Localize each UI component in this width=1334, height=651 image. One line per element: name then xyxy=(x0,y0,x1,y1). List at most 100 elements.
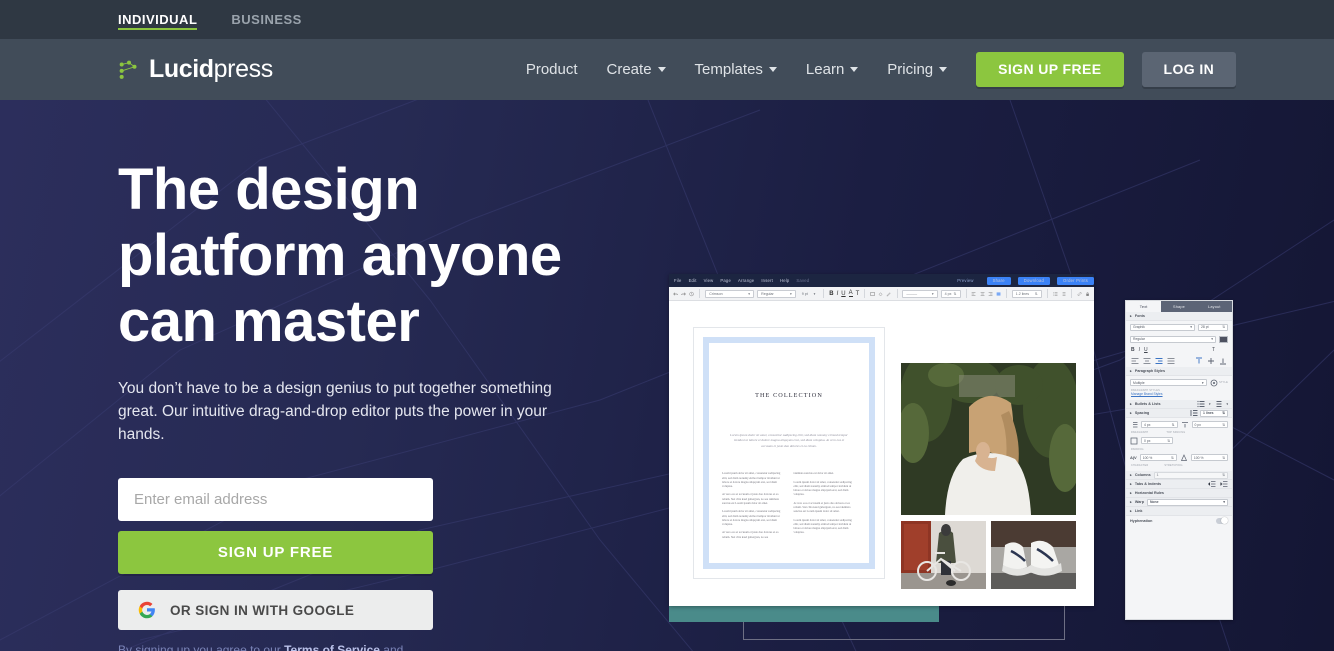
nav-item-product[interactable]: Product xyxy=(526,61,578,78)
lock-icon[interactable] xyxy=(1085,291,1090,297)
align-middle-icon[interactable] xyxy=(1207,357,1215,365)
hyphenation-toggle[interactable] xyxy=(1216,517,1228,524)
chevron-down-icon[interactable]: ▾ xyxy=(1209,402,1211,406)
bold-icon[interactable]: B xyxy=(829,291,833,297)
nav-item-pricing[interactable]: Pricing xyxy=(887,61,948,78)
editor-menu-file[interactable]: File xyxy=(674,278,682,283)
text-color-swatch[interactable] xyxy=(1219,335,1228,343)
panel-font-size-input[interactable]: 28 pt ⇅ xyxy=(1198,323,1228,331)
editor-share-button[interactable]: Share xyxy=(986,276,1011,285)
history-icon[interactable] xyxy=(689,291,694,297)
email-field[interactable] xyxy=(118,478,433,521)
nav-item-templates[interactable]: Templates xyxy=(695,61,777,78)
panel-section-tabs-indents[interactable]: ▸ Tabs & Indents xyxy=(1126,480,1232,489)
decrease-indent-icon[interactable] xyxy=(1208,480,1216,488)
align-right-icon[interactable] xyxy=(1155,357,1163,365)
editor-menu-edit[interactable]: Edit xyxy=(689,278,697,283)
editor-menu-insert[interactable]: Insert xyxy=(761,278,773,283)
editor-menu-help[interactable]: Help xyxy=(780,278,789,283)
align-justify-icon[interactable] xyxy=(996,291,1001,297)
panel-tab-shape[interactable]: Shape xyxy=(1161,301,1196,312)
panel-section-warp[interactable]: ▸ Warp None ▾ xyxy=(1126,498,1232,507)
brand-logo[interactable]: Lucidpress xyxy=(118,55,273,84)
nav-login-button[interactable]: LOG IN xyxy=(1141,52,1237,87)
align-left-icon[interactable] xyxy=(1131,357,1139,365)
numbered-list-icon[interactable] xyxy=(1061,291,1066,297)
panel-tab-layout[interactable]: Layout xyxy=(1197,301,1232,312)
document-page[interactable]: THE COLLECTION Lorem ipsum dolor sit ame… xyxy=(693,327,885,579)
italic-icon[interactable]: I xyxy=(837,291,839,297)
stroke-style-select[interactable]: ——— ▾ xyxy=(902,289,938,298)
panel-section-horizontal-rules[interactable]: ▸ Horizontal Rules xyxy=(1126,489,1232,498)
align-justify-icon[interactable] xyxy=(1167,357,1175,365)
editor-menu-arrange[interactable]: Arrange xyxy=(738,278,754,283)
editor-preview-button[interactable]: Preview xyxy=(951,277,979,285)
character-spacing-input[interactable]: 100 % ⇅ xyxy=(1139,454,1177,461)
editor-download-button[interactable]: Download xyxy=(1017,276,1051,285)
nav-item-learn[interactable]: Learn xyxy=(806,61,859,78)
increase-indent-icon[interactable] xyxy=(1220,480,1228,488)
align-right-icon[interactable] xyxy=(988,291,993,297)
style-badge-group[interactable]: STYLE xyxy=(1210,379,1228,387)
underline-icon[interactable]: U xyxy=(841,291,845,297)
manage-brand-styles-link[interactable]: Manage Brand Styles xyxy=(1131,392,1163,396)
bicycle-red-door-photo[interactable] xyxy=(901,521,986,589)
editor-canvas[interactable]: THE COLLECTION Lorem ipsum dolor sit ame… xyxy=(669,301,1094,606)
stretching-input[interactable]: 100 % ⇅ xyxy=(1190,454,1228,461)
panel-section-paragraph-styles[interactable]: ▸ Paragraph Styles xyxy=(1126,367,1232,376)
panel-font-family-select[interactable]: Graphik ▾ xyxy=(1130,323,1195,331)
paragraph-style-select[interactable]: Multiple ▾ xyxy=(1130,379,1207,386)
fill-bucket-icon[interactable] xyxy=(878,291,883,297)
padding-input[interactable]: 0 px ⇅ xyxy=(1141,437,1173,444)
terms-of-service-link[interactable]: Terms of Service xyxy=(284,643,380,651)
bold-icon[interactable]: B xyxy=(1131,347,1135,353)
text-color-icon[interactable]: A xyxy=(848,290,853,297)
bulleted-list-icon[interactable] xyxy=(1197,400,1205,408)
text-case-icon[interactable]: T xyxy=(1212,347,1215,353)
nav-signup-button[interactable]: SIGN UP FREE xyxy=(976,52,1124,87)
paragraph-spacing-input[interactable]: 4 px ⇅ xyxy=(1141,421,1178,428)
panel-tab-text[interactable]: Text xyxy=(1126,301,1162,312)
align-bottom-icon[interactable] xyxy=(1219,357,1227,365)
font-size-select[interactable]: 9 pt ▾ xyxy=(799,290,819,298)
editor-menu-view[interactable]: View xyxy=(704,278,714,283)
nav-item-create[interactable]: Create xyxy=(607,61,666,78)
panel-section-bullets-lists[interactable]: ▸ Bullets & Lists ▾ ▾ xyxy=(1126,400,1232,409)
bulleted-list-icon[interactable] xyxy=(1053,291,1058,297)
utility-tab-individual[interactable]: INDIVIDUAL xyxy=(118,0,198,39)
woman-with-plants-photo[interactable] xyxy=(901,363,1076,515)
columns-input[interactable]: 1 ⇅ xyxy=(1153,471,1228,479)
warp-select[interactable]: None ▾ xyxy=(1146,498,1228,506)
utility-tab-business[interactable]: BUSINESS xyxy=(231,0,301,39)
signup-free-button[interactable]: SIGN UP FREE xyxy=(118,531,433,574)
editor-menu-page[interactable]: Page xyxy=(720,278,731,283)
line-spacing-input[interactable]: 1 lines ⇅ xyxy=(1200,409,1228,417)
underline-icon[interactable]: U xyxy=(1144,347,1148,353)
align-center-icon[interactable] xyxy=(1143,357,1151,365)
pen-icon[interactable] xyxy=(886,291,891,297)
top-spacing-input[interactable]: 0 px ⇅ xyxy=(1191,421,1228,428)
white-sneakers-photo[interactable] xyxy=(991,521,1076,589)
redo-icon[interactable] xyxy=(681,291,687,297)
stroke-width-input[interactable]: 4 px ⇅ xyxy=(940,289,961,298)
panel-section-fonts[interactable]: ▸ Fonts xyxy=(1126,312,1232,321)
panel-section-columns[interactable]: ▸ Columns 1 ⇅ xyxy=(1126,471,1232,480)
line-spacing-input[interactable]: 1.2 lines ⇅ xyxy=(1011,289,1042,298)
chevron-down-icon[interactable]: ▾ xyxy=(1226,402,1228,406)
shape-icon[interactable] xyxy=(870,291,875,297)
panel-font-weight-select[interactable]: Regular ▾ xyxy=(1130,335,1216,343)
numbered-list-icon[interactable] xyxy=(1214,400,1222,408)
google-signin-button[interactable]: OR SIGN IN WITH GOOGLE xyxy=(118,590,433,630)
italic-icon[interactable]: I xyxy=(1139,347,1140,353)
align-center-icon[interactable] xyxy=(980,291,985,297)
editor-order-prints-button[interactable]: Order Prints xyxy=(1057,276,1094,285)
text-transform-icon[interactable]: T xyxy=(856,291,860,297)
panel-section-link[interactable]: ▸ Link xyxy=(1126,507,1232,516)
link-icon[interactable] xyxy=(1077,291,1082,297)
align-top-icon[interactable] xyxy=(1195,357,1203,365)
font-weight-select[interactable]: Regular ▾ xyxy=(757,289,796,298)
align-left-icon[interactable] xyxy=(971,291,976,297)
undo-icon[interactable] xyxy=(673,291,678,297)
panel-section-spacing[interactable]: ▸ Spacing 1 lines ⇅ xyxy=(1126,409,1232,418)
font-family-select[interactable]: Crimson ▾ xyxy=(705,289,755,298)
